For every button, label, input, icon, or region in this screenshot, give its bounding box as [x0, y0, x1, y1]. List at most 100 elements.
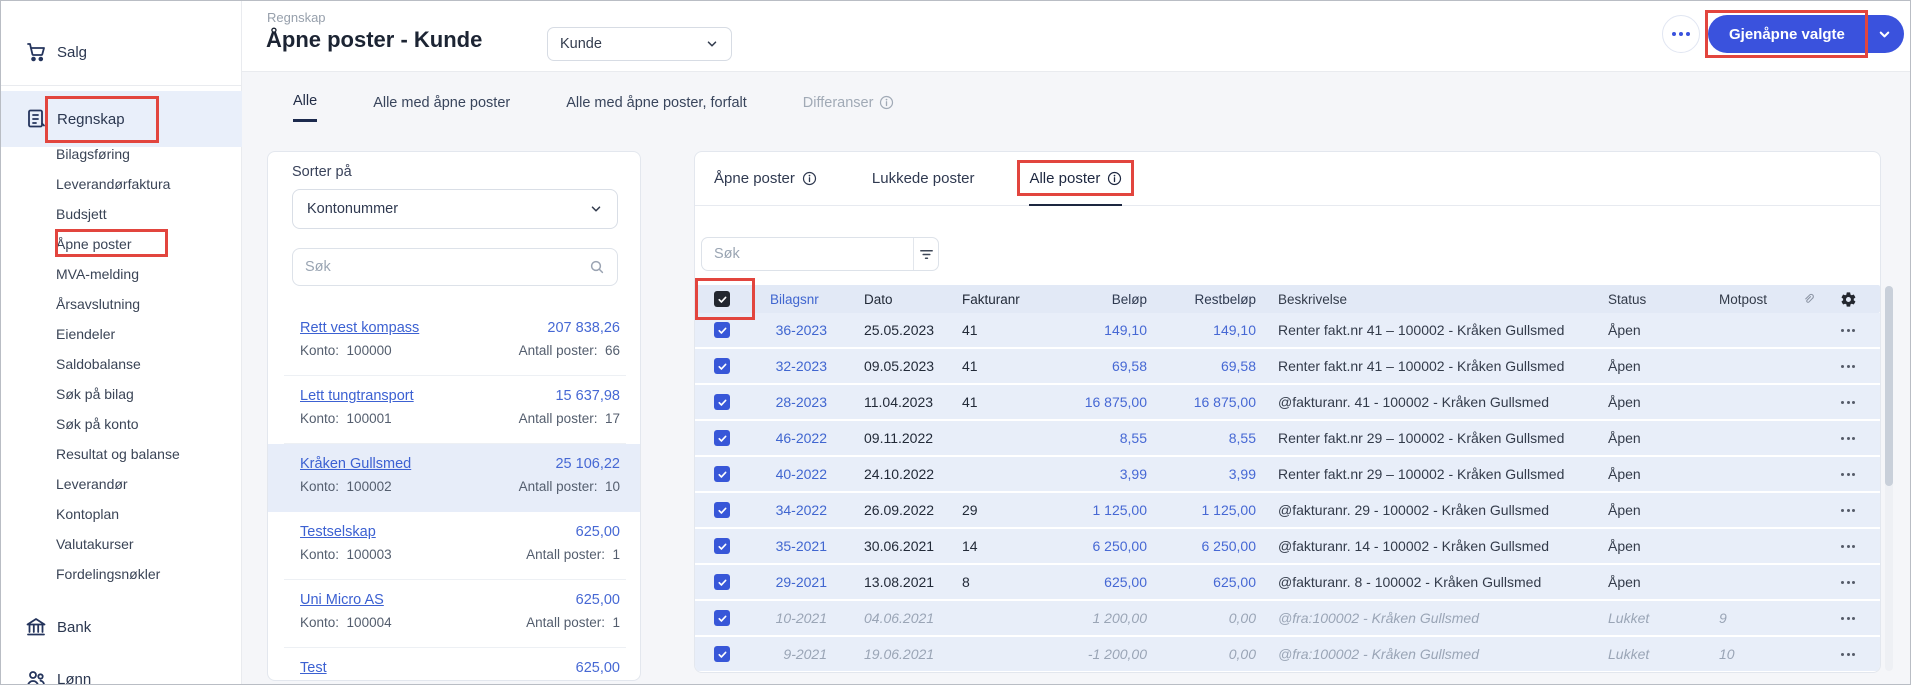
- customer-row-uni-micro-as[interactable]: Uni Micro AS 625,00 Konto: 100004 Antall…: [268, 580, 641, 648]
- bilagsnr-link[interactable]: 40-2022: [743, 466, 835, 482]
- customer-row-lett-tungtransport[interactable]: Lett tungtransport 15 637,98 Konto: 1000…: [268, 376, 641, 444]
- sidebar-item-saldobalanse[interactable]: Saldobalanse: [1, 349, 242, 379]
- vertical-scrollbar[interactable]: [1885, 286, 1893, 671]
- count-value: 66: [605, 343, 620, 358]
- bilagsnr-link[interactable]: 32-2023: [743, 358, 835, 374]
- customer-row-rett-vest-kompass[interactable]: Rett vest kompass 207 838,26 Konto: 1000…: [268, 308, 641, 376]
- row-checkbox[interactable]: [714, 430, 730, 446]
- bilagsnr-link[interactable]: 28-2023: [743, 394, 835, 410]
- table-row: 10-2021 04.06.2021 1 200,00 0,00 @fra:10…: [695, 601, 1880, 635]
- tab-alle-med-åpne-poster-forfalt[interactable]: Alle med åpne poster, forfalt: [566, 93, 747, 122]
- bilagsnr-link[interactable]: 36-2023: [743, 322, 835, 338]
- column-settings-button[interactable]: [1826, 291, 1870, 308]
- customer-row-kråken-gullsmed[interactable]: Kråken Gullsmed 25 106,22 Konto: 100002 …: [268, 444, 641, 512]
- bilagsnr-link[interactable]: 29-2021: [743, 574, 835, 590]
- col-header-restbelop[interactable]: Restbeløp: [1150, 292, 1260, 307]
- col-header-motpost[interactable]: Motpost: [1685, 292, 1790, 307]
- bilagsnr-link[interactable]: 35-2021: [743, 538, 835, 554]
- sidebar-item-åpne-poster[interactable]: Åpne poster: [1, 229, 242, 259]
- sidebar-item-fordelingsnøkler[interactable]: Fordelingsnøkler: [1, 559, 242, 589]
- bilagsnr-link[interactable]: 46-2022: [743, 430, 835, 446]
- sidebar-item-kontoplan[interactable]: Kontoplan: [1, 499, 242, 529]
- more-actions-button[interactable]: [1662, 15, 1700, 53]
- sidebar-item-lonn[interactable]: Lønn: [1, 653, 242, 685]
- bilagsnr-link[interactable]: 9-2021: [743, 646, 835, 662]
- sidebar-item-leverandørfaktura[interactable]: Leverandørfaktura: [1, 169, 242, 199]
- customer-search-input[interactable]: [305, 259, 589, 275]
- customer-name-link[interactable]: Testselskap: [300, 524, 376, 540]
- customer-name-link[interactable]: Kråken Gullsmed: [300, 456, 411, 472]
- sidebar-item-bilagsføring[interactable]: Bilagsføring: [1, 139, 242, 169]
- tab-alle-med-åpne-poster[interactable]: Alle med åpne poster: [373, 93, 510, 122]
- tab-alle-poster[interactable]: Alle poster: [1029, 152, 1122, 206]
- beskrivelse-cell: Renter fakt.nr 29 – 100002 - Kråken Gull…: [1260, 466, 1595, 482]
- customer-row-test[interactable]: Test 625,00: [268, 648, 641, 681]
- row-checkbox[interactable]: [714, 502, 730, 518]
- col-header-fakturanr[interactable]: Fakturanr: [945, 292, 1045, 307]
- tab-lukkede-poster[interactable]: Lukkede poster: [872, 152, 975, 206]
- sidebar-item-leverandør[interactable]: Leverandør: [1, 469, 242, 499]
- customer-name-link[interactable]: Rett vest kompass: [300, 320, 419, 336]
- customer-amount: 207 838,26: [547, 320, 620, 336]
- row-menu-button[interactable]: [1841, 365, 1855, 368]
- customer-name-link[interactable]: Test: [300, 660, 327, 676]
- row-checkbox[interactable]: [714, 322, 730, 338]
- row-checkbox[interactable]: [714, 610, 730, 626]
- sidebar-subitem-label: Valutakurser: [56, 536, 134, 552]
- row-checkbox[interactable]: [714, 466, 730, 482]
- row-checkbox[interactable]: [714, 394, 730, 410]
- reopen-selected-dropdown-toggle[interactable]: [1866, 15, 1904, 53]
- row-checkbox[interactable]: [714, 574, 730, 590]
- col-header-status[interactable]: Status: [1595, 292, 1685, 307]
- row-menu-button[interactable]: [1841, 473, 1855, 476]
- sidebar-item-resultat-og-balanse[interactable]: Resultat og balanse: [1, 439, 242, 469]
- row-menu-button[interactable]: [1841, 437, 1855, 440]
- entity-type-dropdown[interactable]: Kunde: [547, 27, 732, 61]
- sidebar-item-eiendeler[interactable]: Eiendeler: [1, 319, 242, 349]
- postings-table-body: 36-2023 25.05.2023 41 149,10 149,10 Rent…: [695, 313, 1880, 673]
- col-header-belop[interactable]: Beløp: [1045, 292, 1150, 307]
- row-menu-button[interactable]: [1841, 509, 1855, 512]
- select-all-checkbox[interactable]: [714, 291, 730, 307]
- sidebar-item-søk-på-konto[interactable]: Søk på konto: [1, 409, 242, 439]
- sidebar-item-valutakurser[interactable]: Valutakurser: [1, 529, 242, 559]
- tab-alle[interactable]: Alle: [293, 93, 317, 122]
- filter-button[interactable]: [913, 238, 938, 270]
- row-checkbox[interactable]: [714, 646, 730, 662]
- customer-row-testselskap[interactable]: Testselskap 625,00 Konto: 100003 Antall …: [268, 512, 641, 580]
- restbelop-cell: 3,99: [1150, 466, 1260, 482]
- row-checkbox[interactable]: [714, 358, 730, 374]
- row-menu-button[interactable]: [1841, 653, 1855, 656]
- motpost-cell: 9: [1685, 610, 1790, 626]
- restbelop-cell: 149,10: [1150, 322, 1260, 338]
- customer-name-link[interactable]: Uni Micro AS: [300, 592, 384, 608]
- customer-filter-tabs: Alle Alle med åpne poster Alle med åpne po…: [293, 93, 894, 122]
- reopen-selected-button[interactable]: Gjenåpne valgte: [1708, 15, 1866, 53]
- tab-åpne-poster[interactable]: Åpne poster: [714, 152, 817, 206]
- sidebar-item-mva-melding[interactable]: MVA-melding: [1, 259, 242, 289]
- bilagsnr-link[interactable]: 34-2022: [743, 502, 835, 518]
- sidebar-item-budsjett[interactable]: Budsjett: [1, 199, 242, 229]
- belop-cell: -1 200,00: [1045, 646, 1150, 662]
- sidebar-item-søk-på-bilag[interactable]: Søk på bilag: [1, 379, 242, 409]
- row-menu-button[interactable]: [1841, 329, 1855, 332]
- bilagsnr-link[interactable]: 10-2021: [743, 610, 835, 626]
- row-menu-button[interactable]: [1841, 401, 1855, 404]
- scrollbar-thumb[interactable]: [1885, 286, 1893, 486]
- sort-dropdown[interactable]: Kontonummer: [292, 189, 618, 229]
- col-header-dato[interactable]: Dato: [835, 292, 945, 307]
- sidebar-item-årsavslutning[interactable]: Årsavslutning: [1, 289, 242, 319]
- postings-search-input[interactable]: [702, 238, 913, 270]
- col-header-beskrivelse[interactable]: Beskrivelse: [1260, 292, 1595, 307]
- row-menu-button[interactable]: [1841, 545, 1855, 548]
- row-checkbox[interactable]: [714, 538, 730, 554]
- sort-dropdown-value: Kontonummer: [307, 201, 398, 217]
- sidebar-item-salg[interactable]: Salg: [1, 26, 242, 78]
- row-menu-button[interactable]: [1841, 617, 1855, 620]
- customer-name-link[interactable]: Lett tungtransport: [300, 388, 414, 404]
- tab-label: Alle med åpne poster, forfalt: [566, 95, 747, 111]
- row-menu-button[interactable]: [1841, 581, 1855, 584]
- sidebar-item-bank[interactable]: Bank: [1, 601, 242, 653]
- tab-differanser[interactable]: Differanser: [803, 93, 895, 122]
- col-header-bilagsnr[interactable]: Bilagsnr: [743, 292, 835, 307]
